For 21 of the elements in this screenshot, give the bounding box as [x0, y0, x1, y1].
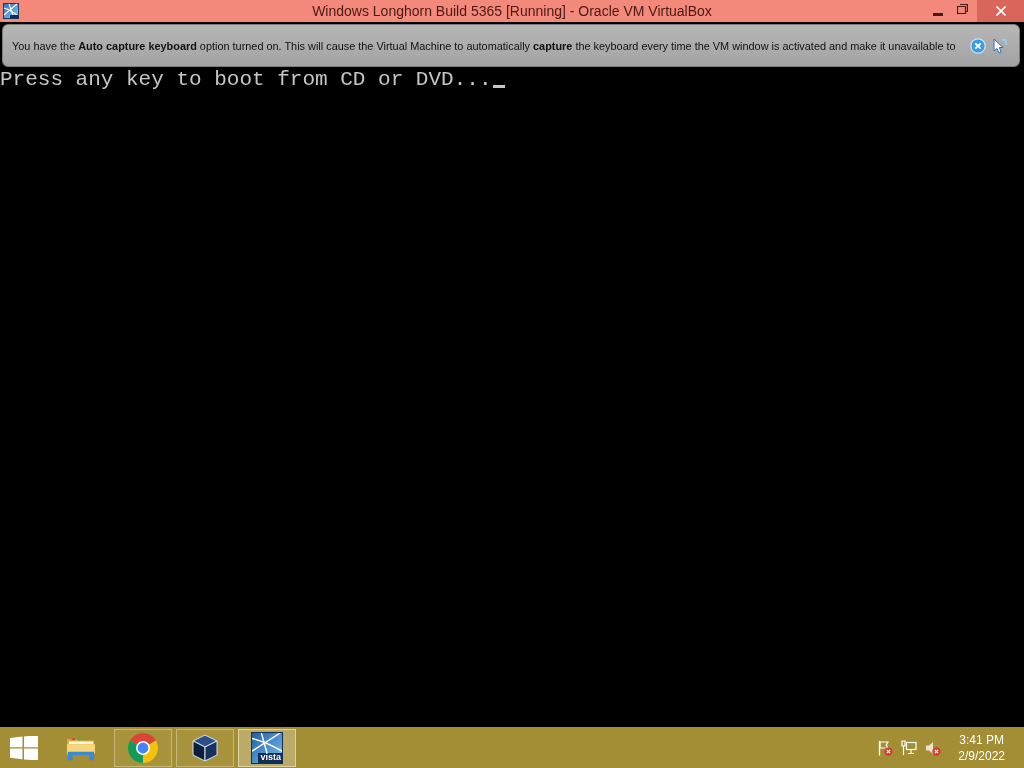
taskbar-button[interactable] — [176, 728, 234, 767]
speaker-icon[interactable] — [925, 739, 942, 756]
flag-icon[interactable] — [877, 739, 894, 756]
boot-message: Press any key to boot from CD or DVD... — [0, 68, 492, 92]
taskbar-button[interactable]: vista — [238, 728, 296, 767]
mouse-pointer-icon[interactable] — [991, 37, 1007, 54]
close-icon — [995, 6, 1006, 16]
restore-icon[interactable] — [957, 4, 968, 14]
app-icon — [3, 3, 19, 19]
clock-time[interactable]: 3:41 PM — [959, 731, 1004, 748]
network-icon[interactable] — [901, 739, 918, 756]
cube-icon — [190, 732, 220, 763]
browser-icon — [128, 732, 158, 763]
close-icon[interactable] — [970, 37, 986, 54]
app-logo: vista — [251, 731, 283, 764]
close-window-button[interactable] — [977, 0, 1024, 22]
minimize-icon[interactable] — [933, 12, 943, 16]
clock-date[interactable]: 2/9/2022 — [958, 747, 1005, 764]
window-title: Windows Longhorn Build 5365 [Running] - Oracle VM VirtualBox — [312, 2, 712, 21]
start-icon[interactable] — [10, 735, 38, 760]
notification-message: You have the Auto capture keyboard option turned on. This will cause the Virtual Machine to automatically capture the keyboard every time the VM window is activated and make it unavailable to — [12, 39, 957, 52]
